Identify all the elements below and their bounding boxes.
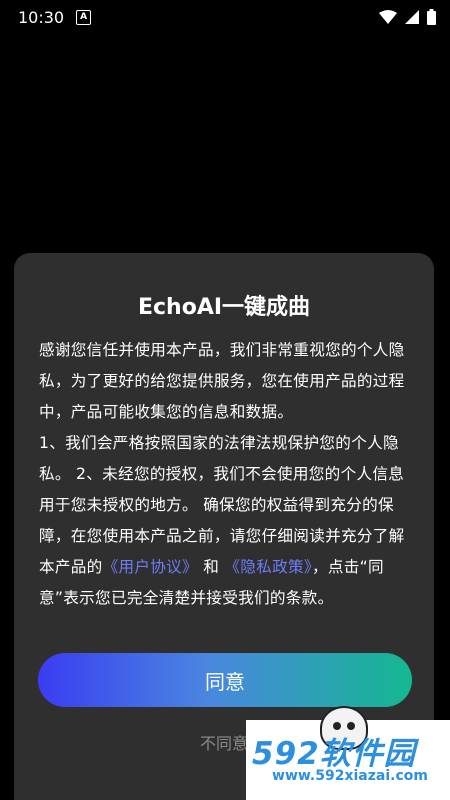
status-bar: 10:30 A [0,0,450,34]
dialog-body: 感谢您信任并使用本产品，我们非常重视您的个人隐私，为了更好的给您提供服务，您在使… [39,335,415,614]
watermark-brand: 592软件园 [252,736,416,772]
and-text: 和 [203,558,220,576]
a-icon: A [76,9,92,25]
battery-icon [427,9,436,25]
body-terms-text: 1、我们会严格按照国家的法律法规保护您的个人隐私。 2、未经您的授权，我们不会使… [39,434,405,576]
dialog-title: EchoAI一键成曲 [137,295,311,320]
watermark-url: www.592xiazai.com [272,768,428,784]
body-intro-text: 感谢您信任并使用本产品，我们非常重视您的个人隐私，为了更好的给您提供服务，您在使… [39,341,405,421]
privacy-policy-link[interactable]: 《隐私政策》 [224,558,312,576]
wifi-icon [379,10,397,24]
signal-icon [405,10,419,24]
status-time: 10:30 [18,7,65,27]
agree-button[interactable]: 同意 [38,653,412,707]
user-agreement-link[interactable]: 《用户协议》 [103,558,198,576]
agree-button-label: 同意 [205,669,245,694]
privacy-dialog: EchoAI一键成曲 感谢您信任并使用本产品，我们非常重视您的个人隐私，为了更好… [14,253,434,800]
